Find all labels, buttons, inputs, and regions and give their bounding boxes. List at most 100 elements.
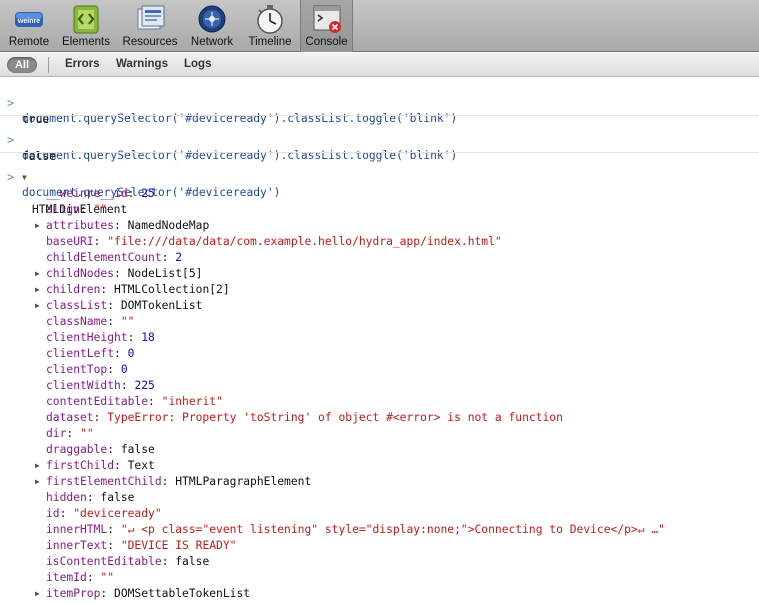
property-value: false [120, 443, 155, 456]
object-property-row: dataset: TypeError: Property 'toString' … [0, 410, 759, 426]
timeline-label: Timeline [248, 36, 292, 48]
object-property-row: contentEditable: "inherit" [0, 394, 759, 410]
object-tree-root[interactable]: ▼ HTMLDivElement [0, 170, 759, 216]
property-value: "DEVICE IS READY" [120, 539, 237, 552]
filter-errors-button[interactable]: Errors [65, 58, 100, 70]
collapsed-triangle-icon[interactable]: ▶ [35, 458, 40, 474]
property-value: NamedNodeMap [127, 219, 210, 232]
object-property-row: childElementCount: 2 [0, 250, 759, 266]
collapsed-triangle-icon[interactable]: ▶ [35, 218, 40, 234]
elements-button[interactable]: Elements [58, 0, 114, 52]
network-icon [198, 5, 226, 33]
property-key: childElementCount [46, 251, 162, 264]
property-pair: childElementCount: 2 [46, 251, 183, 264]
collapsed-triangle-icon[interactable]: ▶ [35, 298, 40, 314]
console-output[interactable]: > document.querySelector('#deviceready')… [0, 78, 759, 604]
property-pair: innerText: "DEVICE IS READY" [46, 539, 237, 552]
property-value: "file:///data/data/com.example.hello/hyd… [107, 235, 502, 248]
resources-button[interactable]: Resources [119, 0, 181, 52]
property-key: isContentEditable [46, 555, 162, 568]
property-pair: dataset: TypeError: Property 'toString' … [46, 411, 563, 424]
object-property-row[interactable]: ▶ attributes: NamedNodeMap [0, 218, 759, 234]
property-value: "deviceready" [73, 507, 162, 520]
property-pair: firstElementChild: HTMLParagraphElement [46, 475, 312, 488]
property-value: false [100, 491, 135, 504]
object-property-row: clientTop: 0 [0, 362, 759, 378]
console-command-line: > document.querySelector('#deviceready')… [0, 79, 759, 125]
remote-button[interactable]: weinre Remote [4, 0, 54, 52]
property-value: "inherit" [161, 395, 223, 408]
toolbar: weinre Remote Elements Resources Network… [0, 0, 759, 52]
property-pair: contentEditable: "inherit" [46, 395, 223, 408]
property-key: dir [46, 427, 67, 440]
property-value: 0 [120, 363, 128, 376]
property-key: __weinre__id [46, 187, 128, 200]
collapsed-triangle-icon[interactable]: ▶ [35, 266, 40, 282]
collapsed-triangle-icon[interactable]: ▶ [35, 282, 40, 298]
elements-icon [73, 5, 99, 34]
property-pair: clientWidth: 225 [46, 379, 155, 392]
property-pair: innerHTML: "↵ <p class="event listening"… [46, 523, 665, 536]
property-key: align [46, 203, 81, 216]
object-property-row[interactable]: ▶ classList: DOMTokenList [0, 298, 759, 314]
property-key: childNodes [46, 267, 115, 280]
property-key: baseURI [46, 235, 94, 248]
property-key: children [46, 283, 101, 296]
property-key: itemProp [46, 587, 101, 600]
console-button[interactable]: Console [300, 0, 353, 52]
property-value: "" [100, 571, 115, 584]
property-pair: classList: DOMTokenList [46, 299, 203, 312]
expanded-triangle-icon[interactable]: ▼ [22, 170, 27, 186]
property-value: "" [80, 427, 94, 440]
object-property-row[interactable]: ▶ firstChild: Text [0, 458, 759, 474]
object-property-row: dir: "" [0, 426, 759, 442]
property-value: Text [127, 459, 155, 472]
property-key: hidden [46, 491, 87, 504]
network-button[interactable]: Network [186, 0, 238, 52]
filter-all-button[interactable]: All [7, 57, 37, 73]
collapsed-triangle-icon[interactable]: ▶ [35, 586, 40, 602]
filter-warnings-button[interactable]: Warnings [116, 58, 168, 70]
property-pair: firstChild: Text [46, 459, 155, 472]
property-value: DOMSettableTokenList [114, 587, 251, 600]
console-label: Console [305, 36, 348, 48]
object-property-row[interactable]: ▶ itemProp: DOMSettableTokenList [0, 586, 759, 602]
object-property-row[interactable]: ▶ childNodes: NodeList[5] [0, 266, 759, 282]
object-property-row: __weinre__id: 25 [0, 186, 759, 202]
property-key: className [46, 315, 108, 328]
property-value: HTMLCollection[2] [114, 283, 230, 296]
property-value: "↵ <p class="event listening" style="dis… [120, 523, 665, 536]
property-value: 225 [134, 379, 155, 392]
property-value: 2 [175, 251, 183, 264]
filter-logs-button[interactable]: Logs [184, 58, 211, 70]
property-key: firstChild [46, 459, 115, 472]
property-key: dataset [46, 411, 94, 424]
property-pair: hidden: false [46, 491, 135, 504]
property-value: "" [93, 203, 108, 216]
property-value: 0 [127, 347, 135, 360]
property-pair: children: HTMLCollection[2] [46, 283, 230, 296]
property-pair: attributes: NamedNodeMap [46, 219, 210, 232]
property-value: 25 [141, 187, 155, 200]
network-label: Network [190, 36, 234, 48]
weinre-logo-icon: weinre [15, 12, 43, 27]
collapsed-triangle-icon[interactable]: ▶ [35, 474, 40, 490]
property-key: clientLeft [46, 347, 115, 360]
object-property-row[interactable]: ▶ children: HTMLCollection[2] [0, 282, 759, 298]
property-pair: clientTop: 0 [46, 363, 128, 376]
object-property-row: clientHeight: 18 [0, 330, 759, 346]
property-pair: __weinre__id: 25 [46, 187, 155, 200]
object-property-row: baseURI: "file:///data/data/com.example.… [0, 234, 759, 250]
property-key: attributes [46, 219, 115, 232]
property-key: innerHTML [46, 523, 108, 536]
resources-label: Resources [122, 36, 178, 48]
object-property-row[interactable]: ▶ firstElementChild: HTMLParagraphElement [0, 474, 759, 490]
property-pair: align: "" [46, 203, 108, 216]
timeline-button[interactable]: Timeline [243, 0, 297, 52]
property-key: classList [46, 299, 108, 312]
property-key: clientTop [46, 363, 108, 376]
property-value: DOMTokenList [120, 299, 203, 312]
object-property-row: clientWidth: 225 [0, 378, 759, 394]
property-key: id [46, 507, 60, 520]
property-pair: id: "deviceready" [46, 507, 162, 520]
